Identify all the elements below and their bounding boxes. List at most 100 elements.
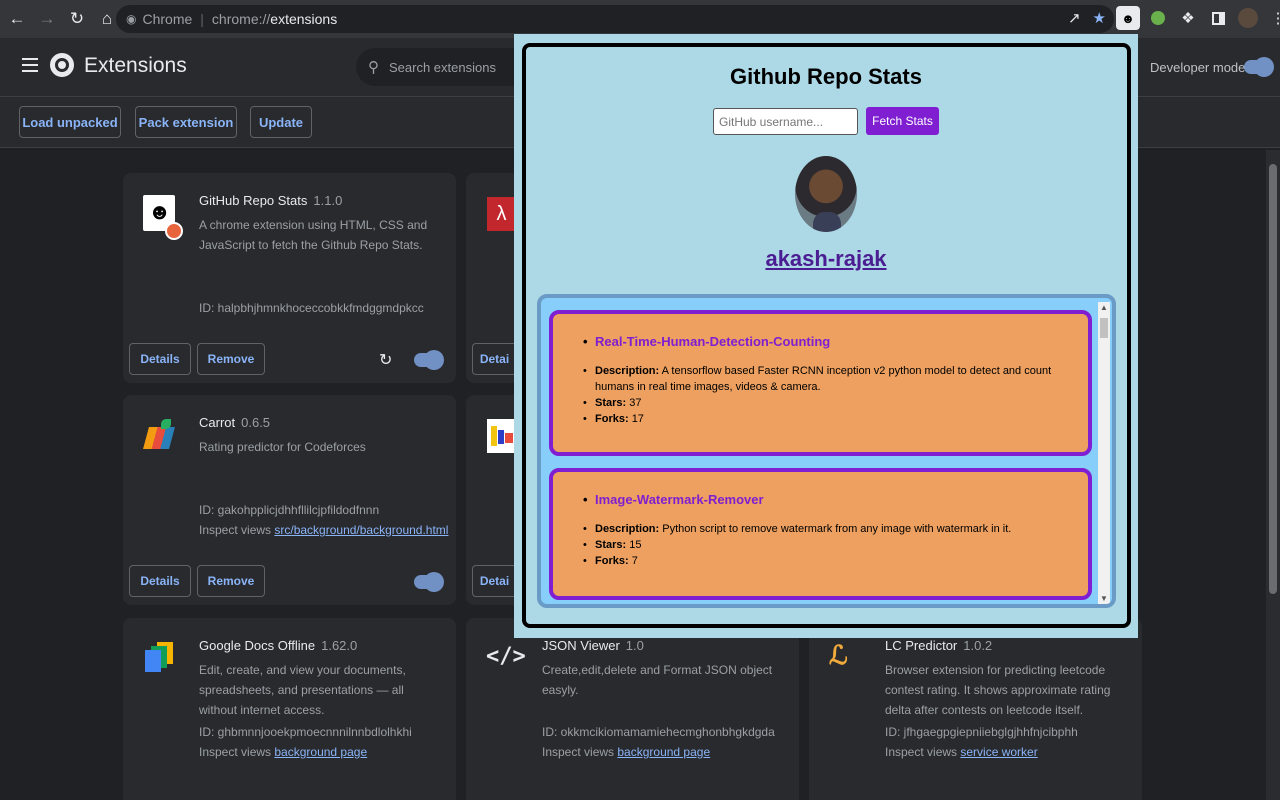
page-title: Extensions: [84, 54, 187, 77]
inspect-views: Inspect views background page: [542, 745, 711, 759]
record-badge-icon: [165, 222, 183, 240]
repo-card: Image-Watermark-Remover Description: Pyt…: [549, 468, 1092, 600]
share-icon[interactable]: ↗: [1068, 9, 1081, 27]
page-scrollbar[interactable]: [1266, 150, 1280, 800]
url-scheme: chrome://: [211, 11, 271, 27]
update-button[interactable]: Update: [250, 106, 312, 138]
repo-stars: Stars: 37: [583, 395, 1074, 411]
inspect-views-link[interactable]: background page: [617, 745, 710, 759]
inspect-views-link[interactable]: src/background/background.html: [274, 523, 448, 537]
google-docs-icon: [143, 640, 175, 676]
repo-name: Image-Watermark-Remover: [583, 492, 1074, 507]
github-repo-stats-extension-icon[interactable]: ☻: [1116, 6, 1140, 30]
profile-avatar[interactable]: [1236, 6, 1260, 30]
details-button[interactable]: Details: [129, 343, 191, 375]
extension-card-pdf-partial: λ Detai: [466, 173, 516, 383]
extension-name: LC Predictor 1.0.2: [885, 638, 993, 653]
extension-card-google-docs-offline: Google Docs Offline 1.62.0 Edit, create, …: [123, 618, 456, 800]
repo-stars: Stars: 15: [583, 537, 1074, 553]
reload-icon[interactable]: ↻: [64, 6, 90, 32]
extension-version: 1.62.0: [321, 638, 358, 653]
extension-description: Browser extension for predicting leetcod…: [885, 663, 1111, 717]
url-path: extensions: [270, 11, 338, 27]
side-panel-icon[interactable]: [1206, 6, 1230, 30]
inspect-views: Inspect views src/background/background.…: [199, 523, 449, 537]
repo-list-scrollbar[interactable]: ▲ ▼: [1098, 302, 1110, 604]
extension-id: ID: gakohpplicjdhhfllilcjpfildodfnnn: [199, 503, 380, 517]
pdf-extension-icon: λ: [487, 197, 516, 231]
username-link[interactable]: akash-rajak: [514, 246, 1138, 272]
details-button-partial[interactable]: Detai: [472, 565, 516, 597]
search-input[interactable]: ⚲ Search extensions: [356, 48, 536, 86]
repo-list-scrollbar-thumb[interactable]: [1100, 318, 1108, 338]
green-extension-icon[interactable]: [1146, 6, 1170, 30]
scroll-down-arrow-icon[interactable]: ▼: [1100, 594, 1108, 603]
chrome-page-icon: ◉: [126, 12, 137, 26]
extension-enable-toggle[interactable]: [414, 350, 444, 370]
browser-toolbar: ← → ↻ ⌂ ◉ Chrome | chrome://extensions ↗…: [0, 0, 1280, 38]
fetch-stats-button[interactable]: Fetch Stats: [866, 107, 939, 135]
back-arrow-icon[interactable]: ←: [4, 6, 30, 32]
extension-id: ID: ghbmnnjooekpmoecnnnilnnbdlolhkhi: [199, 725, 412, 739]
github-username-input[interactable]: GitHub username...: [713, 108, 858, 135]
extension-card-partial: Detai: [466, 395, 516, 605]
extension-version: 0.6.5: [241, 415, 271, 430]
scroll-up-arrow-icon[interactable]: ▲: [1100, 303, 1108, 312]
details-button-partial[interactable]: Detai: [472, 343, 516, 375]
repo-forks: Forks: 17: [583, 411, 1074, 427]
forward-arrow-icon[interactable]: →: [34, 6, 60, 32]
kebab-menu-icon[interactable]: ⋮: [1266, 6, 1280, 30]
repo-description: Description: A tensorflow based Faster R…: [583, 363, 1074, 395]
chrome-logo-icon: [50, 53, 74, 77]
bookmark-star-icon[interactable]: ★: [1093, 9, 1106, 27]
carrot-icon: [143, 417, 175, 453]
extension-card-json-viewer: </> JSON Viewer 1.0 Create,edit,delete an…: [466, 618, 799, 800]
puzzle-extensions-icon[interactable]: ❖: [1176, 6, 1200, 30]
hamburger-menu-icon[interactable]: [22, 58, 38, 72]
inspect-views: Inspect views service worker: [885, 745, 1038, 759]
extension-enable-toggle[interactable]: [414, 572, 444, 592]
repo-description: Description: Python script to remove wat…: [583, 521, 1074, 537]
extension-popup: Github Repo Stats GitHub username... Fet…: [514, 34, 1138, 638]
extension-version: 1.0.2: [963, 638, 993, 653]
extension-description: A chrome extension using HTML, CSS and J…: [199, 218, 428, 252]
repo-name: Real-Time-Human-Detection-Counting: [583, 334, 1074, 349]
extension-description: Rating predictor for Codeforces: [199, 440, 366, 454]
extension-description: Edit, create, and view your documents, s…: [199, 663, 406, 717]
user-avatar: [795, 156, 857, 232]
extension-description: Create,edit,delete and Format JSON objec…: [542, 663, 773, 697]
load-unpacked-button[interactable]: Load unpacked: [19, 106, 121, 138]
extension-name: Carrot 0.6.5: [199, 415, 271, 430]
extension-name: JSON Viewer 1.0: [542, 638, 644, 653]
inspect-views-link[interactable]: service worker: [960, 745, 1037, 759]
extension-version: 1.1.0: [313, 193, 343, 208]
search-placeholder: Search extensions: [389, 59, 496, 75]
address-bar[interactable]: ◉ Chrome | chrome://extensions ↗ ★: [116, 5, 1114, 33]
developer-mode-toggle[interactable]: [1244, 57, 1274, 77]
reload-extension-icon[interactable]: ↻: [379, 350, 392, 370]
page-scrollbar-thumb[interactable]: [1269, 164, 1277, 594]
extension-name: Google Docs Offline 1.62.0: [199, 638, 358, 653]
popup-title: Github Repo Stats: [730, 64, 922, 89]
extension-id: ID: okkmcikiomamamiehecmghonbhgkdgda: [542, 725, 775, 739]
search-icon: ⚲: [368, 59, 379, 76]
details-button[interactable]: Details: [129, 565, 191, 597]
inspect-views-link[interactable]: background page: [274, 745, 367, 759]
pack-extension-button[interactable]: Pack extension: [135, 106, 237, 138]
extension-id: ID: halpbhjhmnkhoceccobkkfmdggmdpkcc: [199, 301, 424, 315]
code-brackets-icon: </>: [486, 644, 526, 669]
extension-name: GitHub Repo Stats 1.1.0: [199, 193, 343, 208]
colorful-extension-icon: [487, 419, 516, 453]
repo-card: Real-Time-Human-Detection-Counting Descr…: [549, 310, 1092, 456]
omnibox-separator: |: [200, 11, 204, 27]
extension-card-lc-predictor: ℒ LC Predictor 1.0.2 Browser extension fo…: [809, 618, 1142, 800]
github-octocat-icon: ☻: [143, 195, 183, 240]
extension-version: 1.0: [625, 638, 644, 653]
remove-button[interactable]: Remove: [197, 343, 265, 375]
repo-list[interactable]: Real-Time-Human-Detection-Counting Descr…: [537, 294, 1116, 608]
remove-button[interactable]: Remove: [197, 565, 265, 597]
inspect-views: Inspect views background page: [199, 745, 368, 759]
extension-card-carrot: Carrot 0.6.5 Rating predictor for Codefor…: [123, 395, 456, 605]
extension-card-github-repo-stats: ☻ GitHub Repo Stats 1.1.0 A chrome extens…: [123, 173, 456, 383]
leetcode-icon: ℒ: [829, 640, 848, 670]
